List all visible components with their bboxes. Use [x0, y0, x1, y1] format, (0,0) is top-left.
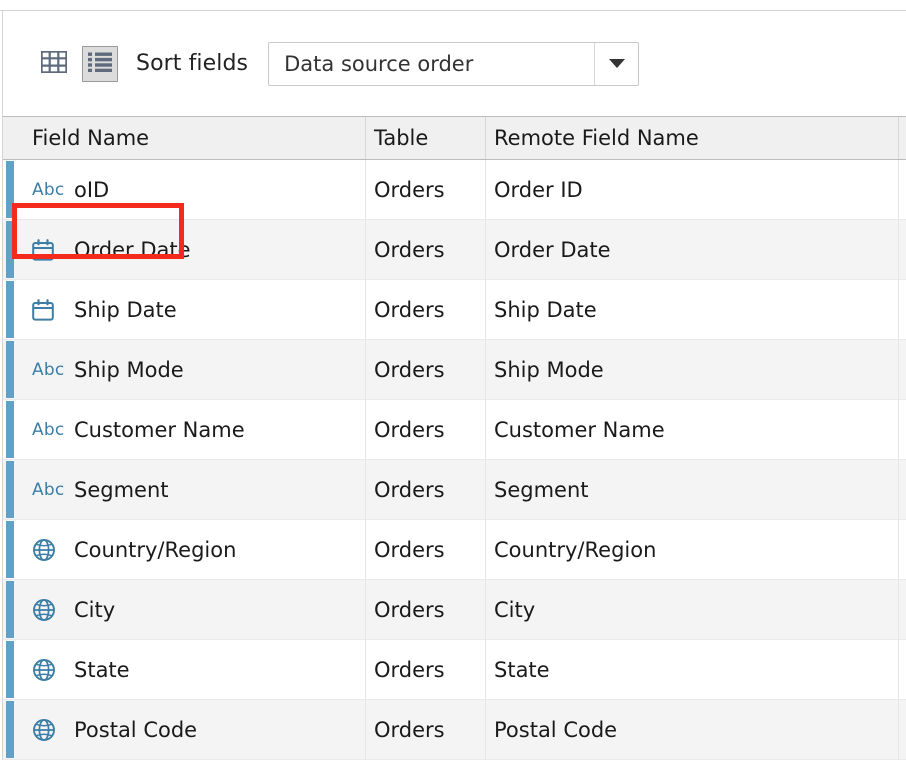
cell-remote-field-name: Order Date: [485, 220, 898, 279]
cell-spacer: [898, 520, 906, 579]
sort-fields-dropdown-value: Data source order: [269, 43, 594, 85]
cell-remote-field-name: State: [485, 640, 898, 699]
cell-field-name[interactable]: Postal Code: [3, 700, 365, 759]
cell-table-name: Orders: [365, 400, 485, 459]
abc-icon[interactable]: Abc: [32, 180, 66, 200]
cell-remote-field-name: Order ID: [485, 160, 898, 219]
abc-icon-label: Abc: [32, 420, 64, 440]
sort-fields-label: Sort fields: [136, 51, 248, 76]
list-view-button[interactable]: [82, 46, 118, 82]
cell-remote-field-name: Ship Date: [485, 280, 898, 339]
field-name-text: Ship Date: [66, 298, 177, 322]
cell-table-name: Orders: [365, 520, 485, 579]
calendar-icon[interactable]: [32, 299, 66, 321]
table-row[interactable]: Postal CodeOrdersPostal Code: [3, 700, 906, 760]
cell-spacer: [898, 280, 906, 339]
cell-field-name[interactable]: AbcCustomer Name: [3, 400, 365, 459]
toolbar: Sort fields Data source order: [3, 11, 906, 116]
table-row[interactable]: AbcoIDOrdersOrder ID: [3, 160, 906, 220]
table-row[interactable]: Order DateOrdersOrder Date: [3, 220, 906, 280]
sort-fields-dropdown[interactable]: Data source order: [268, 42, 639, 86]
table-row[interactable]: AbcSegmentOrdersSegment: [3, 460, 906, 520]
abc-icon[interactable]: Abc: [32, 420, 66, 440]
calendar-icon[interactable]: [32, 239, 66, 261]
field-name-text: Customer Name: [66, 418, 245, 442]
cell-field-name[interactable]: Order Date: [3, 220, 365, 279]
cell-spacer: [898, 220, 906, 279]
cell-table-name: Orders: [365, 640, 485, 699]
cell-remote-field-name: Ship Mode: [485, 340, 898, 399]
globe-icon[interactable]: [32, 538, 66, 562]
cell-field-name[interactable]: AbcSegment: [3, 460, 365, 519]
table-row[interactable]: Ship DateOrdersShip Date: [3, 280, 906, 340]
cell-remote-field-name: Segment: [485, 460, 898, 519]
cell-table-name: Orders: [365, 280, 485, 339]
grid-view-icon: [41, 51, 67, 77]
cell-field-name[interactable]: City: [3, 580, 365, 639]
field-name-text: Postal Code: [66, 718, 197, 742]
cell-field-name[interactable]: Country/Region: [3, 520, 365, 579]
table-row[interactable]: AbcCustomer NameOrdersCustomer Name: [3, 400, 906, 460]
field-name-text: Country/Region: [66, 538, 236, 562]
cell-spacer: [898, 580, 906, 639]
column-header-remote-field-name[interactable]: Remote Field Name: [485, 117, 898, 159]
sort-fields-dropdown-arrow[interactable]: [594, 43, 638, 85]
table-row[interactable]: Country/RegionOrdersCountry/Region: [3, 520, 906, 580]
cell-remote-field-name: Country/Region: [485, 520, 898, 579]
cell-remote-field-name: Postal Code: [485, 700, 898, 759]
cell-field-name[interactable]: AbcoID: [3, 160, 365, 219]
cell-spacer: [898, 700, 906, 759]
chevron-down-icon: [609, 59, 625, 68]
globe-icon[interactable]: [32, 658, 66, 682]
cell-field-name[interactable]: Ship Date: [3, 280, 365, 339]
cell-remote-field-name: Customer Name: [485, 400, 898, 459]
table-row[interactable]: CityOrdersCity: [3, 580, 906, 640]
cell-field-name[interactable]: State: [3, 640, 365, 699]
cell-table-name: Orders: [365, 460, 485, 519]
cell-table-name: Orders: [365, 220, 485, 279]
field-mapping-panel: Sort fields Data source order Field Name…: [0, 0, 906, 760]
fields-table: Field Name Table Remote Field Name AbcoI…: [3, 116, 906, 760]
field-name-text: City: [66, 598, 115, 622]
cell-table-name: Orders: [365, 580, 485, 639]
cell-spacer: [898, 460, 906, 519]
abc-icon[interactable]: Abc: [32, 480, 66, 500]
column-header-spacer: [898, 117, 906, 159]
list-view-icon: [88, 52, 112, 76]
column-header-table[interactable]: Table: [365, 117, 485, 159]
cell-spacer: [898, 340, 906, 399]
cell-table-name: Orders: [365, 700, 485, 759]
abc-icon-label: Abc: [32, 360, 64, 380]
table-body: AbcoIDOrdersOrder IDOrder DateOrdersOrde…: [3, 160, 906, 760]
cell-spacer: [898, 160, 906, 219]
table-row[interactable]: StateOrdersState: [3, 640, 906, 700]
globe-icon[interactable]: [32, 598, 66, 622]
cell-remote-field-name: City: [485, 580, 898, 639]
cell-field-name[interactable]: AbcShip Mode: [3, 340, 365, 399]
window-top-strip: [0, 0, 906, 10]
column-header-field-name[interactable]: Field Name: [3, 117, 365, 159]
field-name-text: State: [66, 658, 130, 682]
field-name-text: Ship Mode: [66, 358, 184, 382]
abc-icon-label: Abc: [32, 180, 64, 200]
globe-icon[interactable]: [32, 718, 66, 742]
grid-view-button[interactable]: [36, 46, 72, 82]
table-header-row: Field Name Table Remote Field Name: [3, 116, 906, 160]
field-name-text: Order Date: [66, 238, 191, 262]
field-name-text: oID: [66, 178, 109, 202]
cell-spacer: [898, 640, 906, 699]
field-name-text: Segment: [66, 478, 169, 502]
abc-icon[interactable]: Abc: [32, 360, 66, 380]
cell-table-name: Orders: [365, 340, 485, 399]
cell-table-name: Orders: [365, 160, 485, 219]
cell-spacer: [898, 400, 906, 459]
table-row[interactable]: AbcShip ModeOrdersShip Mode: [3, 340, 906, 400]
abc-icon-label: Abc: [32, 480, 64, 500]
